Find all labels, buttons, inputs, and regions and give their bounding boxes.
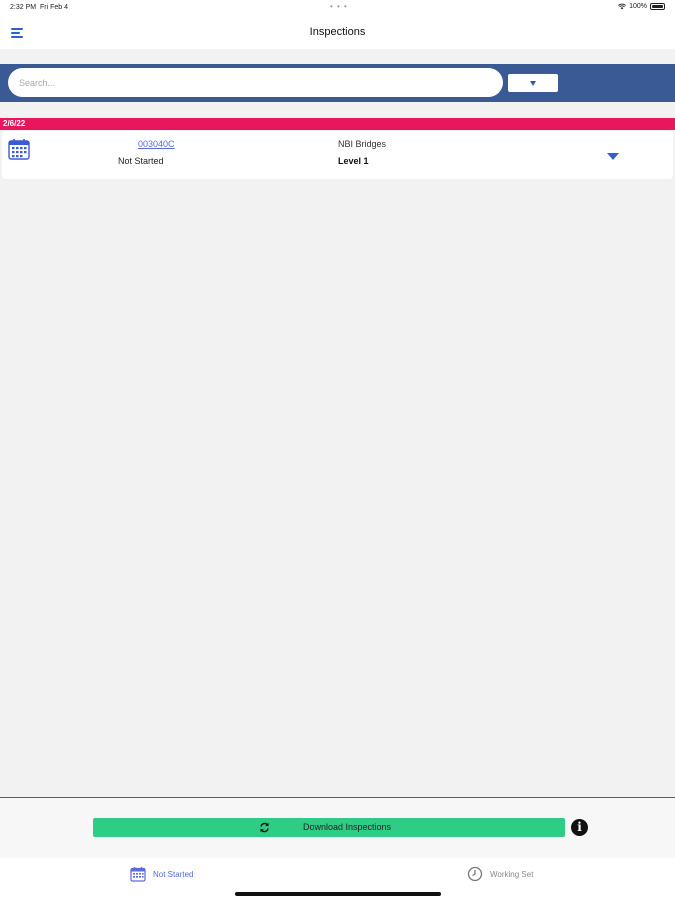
calendar-icon	[130, 867, 146, 882]
inspection-card[interactable]: 003040C Not Started NBI Bridges Level 1	[2, 131, 673, 179]
clock-icon	[467, 866, 483, 882]
download-label: Download Inspections	[303, 822, 392, 832]
info-icon[interactable]: i	[571, 819, 588, 836]
filter-triangle-icon	[530, 80, 536, 86]
refresh-icon	[260, 822, 269, 833]
download-inspections-button[interactable]: Download Inspections	[93, 818, 565, 837]
asset-type: NBI Bridges	[338, 139, 387, 149]
page-title: Inspections	[309, 26, 366, 38]
inspection-status: Not Started	[118, 156, 164, 166]
tab-not-started-label: Not Started	[153, 869, 194, 879]
inspection-id-link[interactable]: 003040C	[138, 139, 175, 149]
search-input[interactable]	[8, 68, 503, 97]
nav-bar: Inspections	[0, 16, 675, 49]
home-indicator[interactable]	[235, 892, 441, 896]
calendar-icon	[8, 139, 30, 160]
tab-bar: Not Started Working Set	[0, 858, 675, 900]
status-bar: 2:32 PM Fri Feb 4 • • • 100%	[0, 0, 675, 16]
tab-working-set-label: Working Set	[490, 869, 534, 879]
chevron-down-icon[interactable]	[607, 153, 619, 160]
screen: 2:32 PM Fri Feb 4 • • • 100% Inspections…	[0, 0, 675, 900]
status-right: 100%	[618, 3, 665, 10]
status-date: Fri Feb 4	[39, 4, 68, 11]
footer: Download Inspections i	[0, 798, 675, 858]
search-band	[0, 64, 675, 102]
inspection-level: Level 1	[338, 156, 369, 166]
status-time: 2:32 PM Fri Feb 4	[10, 4, 68, 11]
wifi-icon	[618, 3, 627, 10]
tab-working-set[interactable]: Working Set	[467, 866, 533, 882]
date-group-header: 2/6/22	[0, 118, 675, 130]
battery-percent: 100%	[629, 3, 647, 10]
filter-button[interactable]	[508, 74, 558, 92]
tab-not-started[interactable]: Not Started	[130, 866, 193, 882]
status-clock: 2:32 PM	[10, 4, 37, 11]
multitasking-dots: • • •	[330, 2, 348, 11]
battery-icon	[650, 3, 665, 10]
